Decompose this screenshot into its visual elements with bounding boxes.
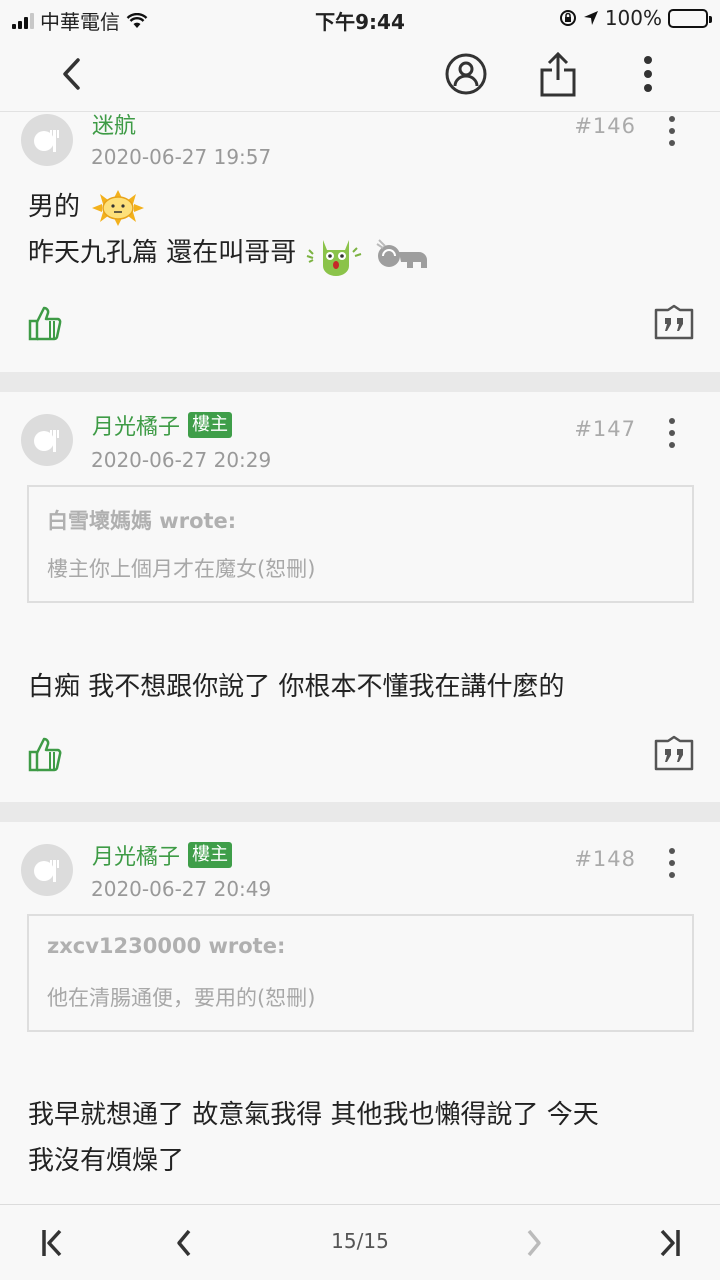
default-avatar-icon xyxy=(34,130,59,152)
op-badge: 樓主 xyxy=(188,842,233,868)
avatar[interactable] xyxy=(21,114,73,166)
more-vertical-icon xyxy=(644,56,652,92)
floor-number: #146 xyxy=(574,114,636,138)
share-icon xyxy=(540,51,576,97)
floor-number: #148 xyxy=(574,847,636,871)
post-more-button[interactable] xyxy=(662,418,682,448)
quote-text: 樓主你上個月才在魔女(恕刪) xyxy=(47,557,316,581)
post-body: 我早就想通了 故意氣我得 其他我也懶得說了 今天 我沒有煩燥了 xyxy=(28,1092,692,1184)
avatar[interactable] xyxy=(21,844,73,896)
post-line: 昨天九孔篇 還在叫哥哥 xyxy=(28,230,692,276)
post-timestamp: 2020-06-27 20:29 xyxy=(91,448,272,472)
post-line: 男的 xyxy=(28,184,692,230)
back-chevron-icon xyxy=(63,58,80,90)
post-more-button[interactable] xyxy=(662,116,682,146)
floor-number: #147 xyxy=(574,417,636,441)
more-options-button[interactable] xyxy=(624,50,672,98)
profile-button[interactable] xyxy=(442,50,490,98)
back-button[interactable] xyxy=(48,50,96,98)
thread-content[interactable]: 迷航 2020-06-27 19:57 #146 男的 昨天九孔篇 還在叫哥哥 … xyxy=(0,112,720,1204)
like-button[interactable] xyxy=(26,735,64,773)
next-page-button[interactable] xyxy=(514,1223,554,1263)
crawling-figure-emoji-icon xyxy=(376,238,427,268)
pagination-toolbar: 15/15 xyxy=(0,1204,720,1280)
post-separator xyxy=(0,372,720,392)
post-line: 我沒有煩燥了 xyxy=(28,1146,185,1176)
battery-icon xyxy=(668,8,712,28)
post-timestamp: 2020-06-27 19:57 xyxy=(91,145,272,169)
battery-percent: 100% xyxy=(604,6,662,30)
post-146: 迷航 2020-06-27 19:57 #146 男的 昨天九孔篇 還在叫哥哥 xyxy=(0,112,720,372)
like-button[interactable] xyxy=(26,304,64,342)
post-username[interactable]: 月光橘子 樓主 xyxy=(92,409,233,441)
rotation-lock-icon xyxy=(559,10,576,26)
post-username[interactable]: 月光橘子 樓主 xyxy=(92,839,233,871)
page-indicator[interactable]: 15/15 xyxy=(0,1229,720,1253)
location-icon xyxy=(583,11,598,25)
quote-block: zxcv1230000 wrote: 他在清腸通便，要用的(恕刪) xyxy=(27,914,694,1032)
quote-reply-button[interactable] xyxy=(654,735,694,771)
shocked-cat-emoji-icon xyxy=(306,239,361,276)
chevron-right-icon xyxy=(527,1229,541,1257)
last-page-button[interactable] xyxy=(650,1223,690,1263)
post-line: 白痴 我不想跟你說了 你根本不懂我在講什麼的 xyxy=(28,672,565,702)
post-username[interactable]: 迷航 xyxy=(92,112,136,140)
top-navigation-bar xyxy=(0,36,720,112)
quote-reply-button[interactable] xyxy=(654,304,694,340)
quote-author: 白雪壞媽媽 wrote: xyxy=(47,509,237,533)
user-circle-icon xyxy=(445,53,487,95)
quote-block: 白雪壞媽媽 wrote: 樓主你上個月才在魔女(恕刪) xyxy=(27,485,694,603)
default-avatar-icon xyxy=(34,430,59,452)
quote-author: zxcv1230000 wrote: xyxy=(47,934,286,958)
post-147: 月光橘子 樓主 2020-06-27 20:29 #147 白雪壞媽媽 wrot… xyxy=(0,392,720,802)
default-avatar-icon xyxy=(34,860,59,882)
avatar[interactable] xyxy=(21,414,73,466)
last-page-icon xyxy=(660,1229,680,1257)
op-badge: 樓主 xyxy=(188,412,233,438)
post-line: 我早就想通了 故意氣我得 其他我也懶得說了 今天 xyxy=(28,1100,599,1130)
post-timestamp: 2020-06-27 20:49 xyxy=(91,877,272,901)
sun-emoji-icon xyxy=(92,189,145,226)
post-separator xyxy=(0,802,720,822)
post-body: 白痴 我不想跟你說了 你根本不懂我在講什麼的 xyxy=(28,664,692,710)
post-body: 男的 昨天九孔篇 還在叫哥哥 xyxy=(28,184,692,276)
quote-text: 他在清腸通便，要用的(恕刪) xyxy=(47,986,316,1010)
post-148: 月光橘子 樓主 2020-06-27 20:49 #148 zxcv123000… xyxy=(0,822,720,1204)
share-button[interactable] xyxy=(534,50,582,98)
post-more-button[interactable] xyxy=(662,848,682,878)
status-bar: 中華電信 下午9:44 100% xyxy=(0,0,720,36)
